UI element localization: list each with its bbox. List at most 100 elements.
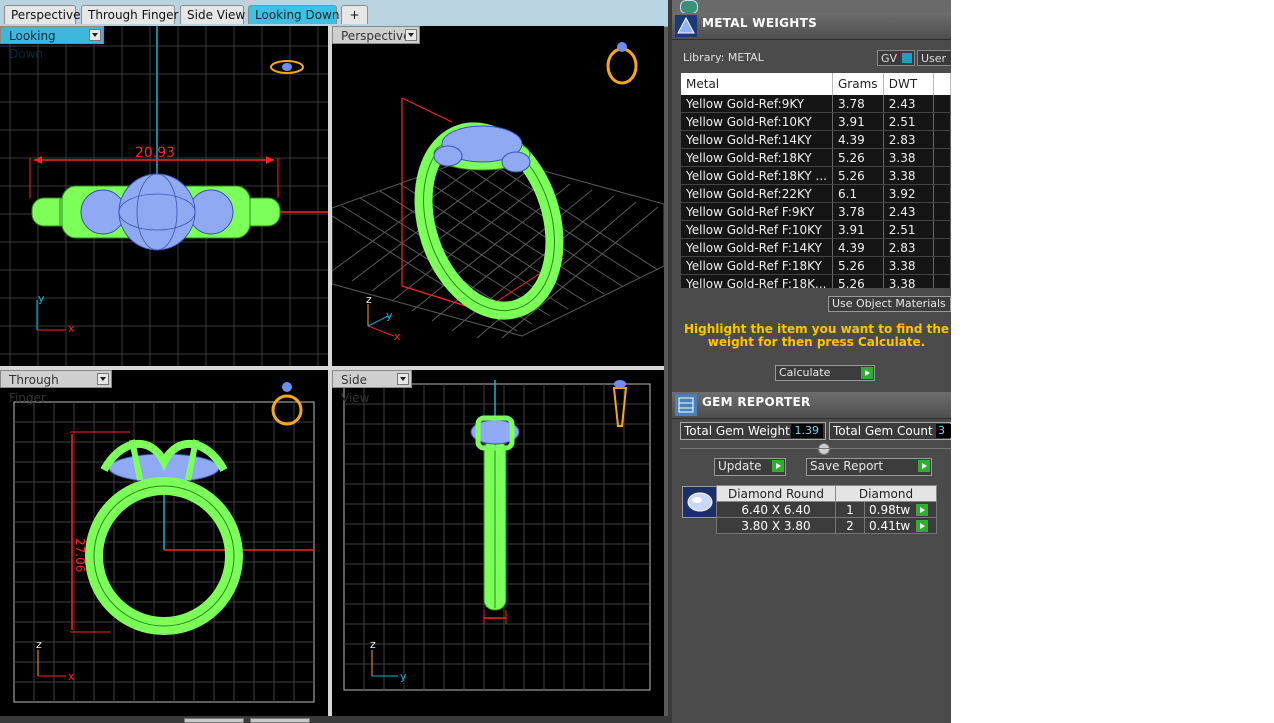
table-row[interactable]: Yellow Gold-Ref F:9KY 3.78 2.43 <box>681 202 951 221</box>
table-row[interactable]: 6.40 X 6.40 1 0.98tw <box>716 501 937 518</box>
viewport-looking-down[interactable]: 20.93 y x Looking Down <box>0 26 328 366</box>
chevron-down-icon[interactable] <box>97 373 109 385</box>
viewport-label-perspective[interactable]: Perspective <box>332 26 420 44</box>
gem-reporter-header[interactable]: GEM REPORTER <box>672 392 951 419</box>
viewport-label-side-view[interactable]: Side View <box>332 370 412 405</box>
update-button[interactable]: Update <box>714 458 786 476</box>
axis-y-label: y <box>38 292 45 305</box>
gem-count: 1 <box>835 501 865 518</box>
table-row[interactable]: Yellow Gold-Ref:10KY 3.91 2.51 <box>681 112 951 131</box>
row-spacer <box>933 95 951 113</box>
user-toggle[interactable]: User <box>917 50 951 66</box>
metal-dwt: 3.92 <box>883 184 934 203</box>
table-row[interactable]: Yellow Gold-Ref F:18K... 5.26 3.38 <box>681 274 951 288</box>
viewport-side-view[interactable]: z y Side View <box>332 370 664 716</box>
metal-name: Yellow Gold-Ref F:9KY <box>681 202 833 221</box>
column-header-metal[interactable]: Metal <box>681 73 833 95</box>
save-report-button[interactable]: Save Report <box>806 458 932 476</box>
row-spacer <box>933 184 951 203</box>
metal-name: Yellow Gold-Ref F:18K... <box>681 274 833 288</box>
add-tab-button[interactable]: + <box>341 5 368 24</box>
row-spacer <box>933 202 951 221</box>
table-row[interactable]: Yellow Gold-Ref:18KY 5.26 3.38 <box>681 148 951 167</box>
calculate-button[interactable]: Calculate <box>775 365 875 381</box>
column-header-spacer <box>933 73 951 95</box>
bottom-strip-item[interactable] <box>184 718 244 723</box>
chevron-down-icon[interactable] <box>89 29 101 41</box>
dimension-width: 20.93 <box>135 145 175 161</box>
axis-y-label: y <box>386 309 393 322</box>
calculate-label: Calculate <box>779 366 831 379</box>
side-view-scene: z y <box>343 380 651 691</box>
axis-x-label: x <box>68 670 75 683</box>
ring-orientation-icon <box>271 382 303 426</box>
metal-grams: 3.78 <box>832 95 884 113</box>
metal-table: Metal Grams DWT Yellow Gold-Ref:9KY 3.78 2… <box>681 73 951 288</box>
bottom-strip-item[interactable] <box>250 718 310 723</box>
metal-dwt: 3.38 <box>883 256 934 275</box>
row-spacer <box>933 274 951 288</box>
diamond-round-icon[interactable] <box>682 486 718 518</box>
tab-through-finger[interactable]: Through Finger <box>81 5 179 24</box>
total-gem-count: Total Gem Count <box>829 422 951 440</box>
tab-side-view[interactable]: Side View <box>180 5 245 24</box>
side-gem-right <box>188 189 234 235</box>
metal-name: Yellow Gold-Ref F:14KY <box>681 238 833 257</box>
gem-size: 3.80 X 3.80 <box>716 517 836 534</box>
app-window: Perspective Through Finger Side View Loo… <box>0 0 951 723</box>
row-detail-arrow-icon[interactable] <box>916 504 929 516</box>
tab-perspective[interactable]: Perspective <box>4 5 81 24</box>
use-object-materials-button[interactable]: Use Object Materials <box>828 296 951 312</box>
save-report-label: Save Report <box>810 459 884 473</box>
table-row[interactable]: Yellow Gold-Ref F:10KY 3.91 2.51 <box>681 220 951 239</box>
looking-down-scene: 20.93 y x <box>0 26 328 366</box>
play-arrow-icon <box>772 460 784 472</box>
row-spacer <box>933 256 951 275</box>
column-header-dwt[interactable]: DWT <box>883 73 934 95</box>
table-row[interactable]: Yellow Gold-Ref:18KY ... 5.26 3.38 <box>681 166 951 185</box>
ring-orientation-icon <box>270 60 304 74</box>
chevron-down-icon[interactable] <box>405 29 417 41</box>
metal-name: Yellow Gold-Ref:14KY <box>681 130 833 149</box>
divider <box>680 448 951 449</box>
metal-grams: 3.91 <box>832 112 884 131</box>
chevron-up-icon[interactable] <box>818 443 830 455</box>
ring-orientation-icon <box>606 42 638 85</box>
axis-z-label: z <box>366 293 372 306</box>
metal-dwt: 3.38 <box>883 274 934 288</box>
column-header-diamond[interactable]: Diamond <box>835 485 937 502</box>
table-row[interactable]: Yellow Gold-Ref F:18KY 5.26 3.38 <box>681 256 951 275</box>
table-row[interactable]: Yellow Gold-Ref:14KY 4.39 2.83 <box>681 130 951 149</box>
table-row[interactable]: Yellow Gold-Ref:9KY 3.78 2.43 <box>681 95 951 113</box>
viewport-splitter-horizontal[interactable] <box>0 366 664 370</box>
gv-toggle[interactable]: GV <box>877 50 915 66</box>
metal-grams: 3.78 <box>832 202 884 221</box>
metal-grams: 4.39 <box>832 130 884 149</box>
viewport-title: Side View <box>341 373 370 405</box>
table-row[interactable]: Yellow Gold-Ref F:14KY 4.39 2.83 <box>681 238 951 257</box>
viewport-perspective[interactable]: z y x Perspective <box>332 26 664 366</box>
row-detail-arrow-icon[interactable] <box>916 520 929 532</box>
table-row[interactable]: Yellow Gold-Ref:22KY 6.1 3.92 <box>681 184 951 203</box>
chevron-down-icon[interactable] <box>397 373 409 385</box>
metal-grams: 5.26 <box>832 274 884 288</box>
tab-looking-down[interactable]: Looking Down <box>248 5 339 24</box>
viewport-label-through-finger[interactable]: Through Finger <box>0 370 112 405</box>
metal-dwt: 3.38 <box>883 148 934 167</box>
metal-name: Yellow Gold-Ref:18KY ... <box>681 166 833 185</box>
viewport-splitter-vertical[interactable] <box>328 26 332 716</box>
table-row[interactable]: 3.80 X 3.80 2 0.41tw <box>716 517 937 534</box>
view-tab-bar: Perspective Through Finger Side View Loo… <box>0 0 668 27</box>
axis-x-label: x <box>68 322 75 335</box>
viewport-through-finger[interactable]: 27.06 z x Through Finger <box>0 370 328 716</box>
total-gem-weight: Total Gem Weight 1.39 <box>680 422 826 440</box>
viewport-label-looking-down[interactable]: Looking Down <box>0 26 104 61</box>
metal-weights-header[interactable]: METAL WEIGHTS <box>672 13 951 40</box>
panel-toggle-icon[interactable] <box>680 0 698 14</box>
center-gem <box>118 173 196 251</box>
column-header-grams[interactable]: Grams <box>832 73 884 95</box>
metal-weights-table: Metal Grams DWT Yellow Gold-Ref:9KY 3.78 2… <box>681 73 951 288</box>
metal-name: Yellow Gold-Ref:18KY <box>681 148 833 167</box>
metal-dwt: 2.83 <box>883 238 934 257</box>
column-header-diamond-round[interactable]: Diamond Round <box>716 485 836 502</box>
